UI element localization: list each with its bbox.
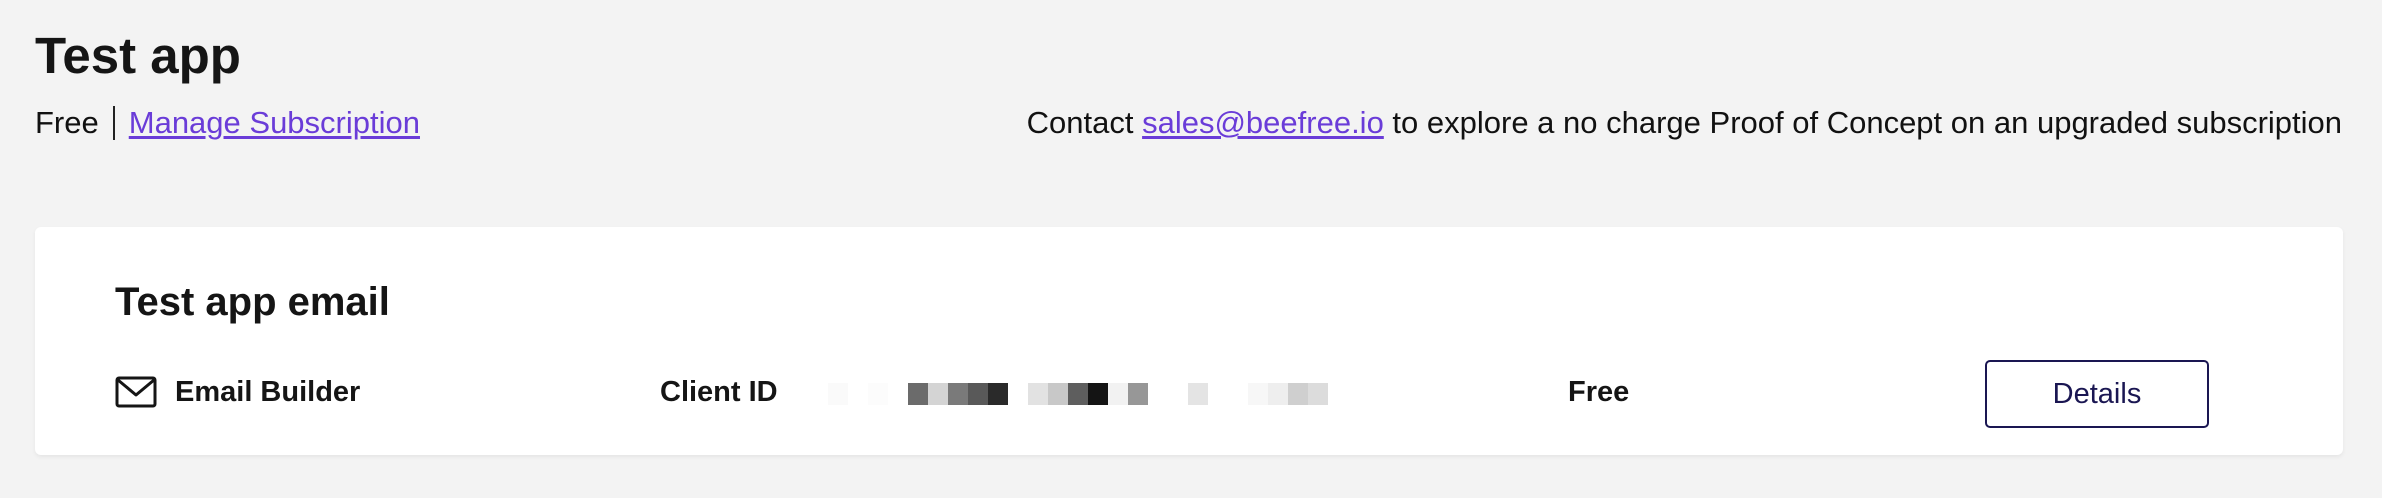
product-type: Email Builder [115, 372, 360, 412]
redaction-pixel [908, 383, 928, 405]
redaction-pixel [1028, 383, 1048, 405]
divider [112, 106, 115, 140]
contact-sales-text: Contact sales@beefree.io to explore a no… [1027, 103, 2342, 143]
client-id-redacted-value [828, 383, 1368, 405]
manage-subscription-link[interactable]: Manage Subscription [129, 105, 420, 141]
redaction-pixel [1308, 383, 1328, 405]
redaction-pixel [1048, 383, 1068, 405]
client-id-label: Client ID [660, 375, 778, 408]
contact-suffix: to explore a no charge Proof of Concept … [1383, 105, 2342, 140]
app-card: Test app email Email Builder Client ID F… [35, 227, 2343, 455]
product-label: Email Builder [175, 375, 361, 408]
redaction-pixel [1108, 383, 1128, 405]
page-title: Test app [35, 27, 241, 84]
plan-tier: Free [1568, 375, 1630, 408]
redaction-pixel [1288, 383, 1308, 405]
redaction-pixel [928, 383, 948, 405]
sales-email-link[interactable]: sales@beefree.io [1142, 105, 1384, 141]
contact-prefix: Contact [1026, 105, 1143, 140]
redaction-pixel [988, 383, 1008, 405]
redaction-pixel [968, 383, 988, 405]
card-title: Test app email [115, 280, 390, 324]
redaction-pixel [1268, 383, 1288, 405]
redaction-pixel [1188, 383, 1208, 405]
subscription-line: Free Manage Subscription [35, 103, 420, 143]
redaction-pixel [948, 383, 968, 405]
redaction-pixel [1068, 383, 1088, 405]
redaction-pixel [1248, 383, 1268, 405]
mail-icon [115, 376, 157, 408]
redaction-pixel [1128, 383, 1148, 405]
app-page: Test app Free Manage Subscription Contac… [0, 0, 2382, 498]
redaction-pixel [1088, 383, 1108, 405]
redaction-pixel [828, 383, 848, 405]
details-button[interactable]: Details [1985, 360, 2209, 428]
redaction-pixel [868, 383, 888, 405]
plan-label: Free [35, 105, 99, 140]
